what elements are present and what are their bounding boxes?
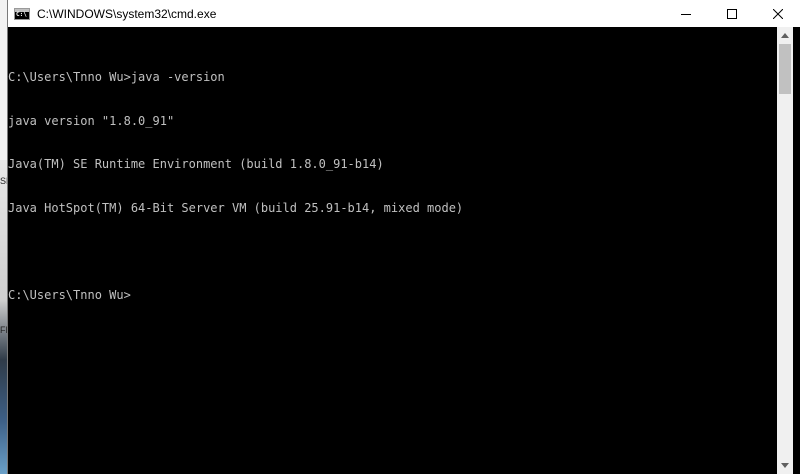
title-bar[interactable]: C:\WINDOWS\system32\cmd.exe [8, 0, 800, 27]
scroll-down-button[interactable] [777, 457, 793, 474]
close-icon [773, 8, 783, 19]
cmd-icon[interactable] [14, 7, 30, 20]
cmd-window[interactable]: C:\WINDOWS\system32\cmd.exe C:\Users\Tnn… [7, 0, 800, 474]
minimize-button[interactable] [663, 0, 709, 27]
chevron-down-icon [781, 463, 789, 468]
caption-buttons [663, 0, 800, 27]
close-button[interactable] [755, 0, 800, 27]
console-output[interactable]: C:\Users\Tnno Wu>java -version java vers… [8, 27, 785, 474]
console-prompt-line: C:\Users\Tnno Wu> [8, 287, 131, 302]
console-line: Java HotSpot(TM) 64-Bit Server VM (build… [8, 200, 464, 215]
scroll-up-button[interactable] [777, 27, 793, 44]
window-title: C:\WINDOWS\system32\cmd.exe [37, 6, 217, 21]
console-lines: C:\Users\Tnno Wu>java -version java vers… [8, 41, 785, 331]
vertical-scrollbar[interactable] [777, 27, 793, 474]
console-line: java version "1.8.0_91" [8, 113, 175, 128]
scrollbar-thumb[interactable] [779, 44, 791, 94]
chevron-up-icon [781, 33, 789, 38]
minimize-icon [681, 13, 691, 15]
maximize-button[interactable] [709, 0, 755, 27]
console-line: C:\Users\Tnno Wu>java -version [8, 70, 225, 84]
console-line: Java(TM) SE Runtime Environment (build 1… [8, 157, 384, 171]
maximize-icon [727, 8, 737, 19]
